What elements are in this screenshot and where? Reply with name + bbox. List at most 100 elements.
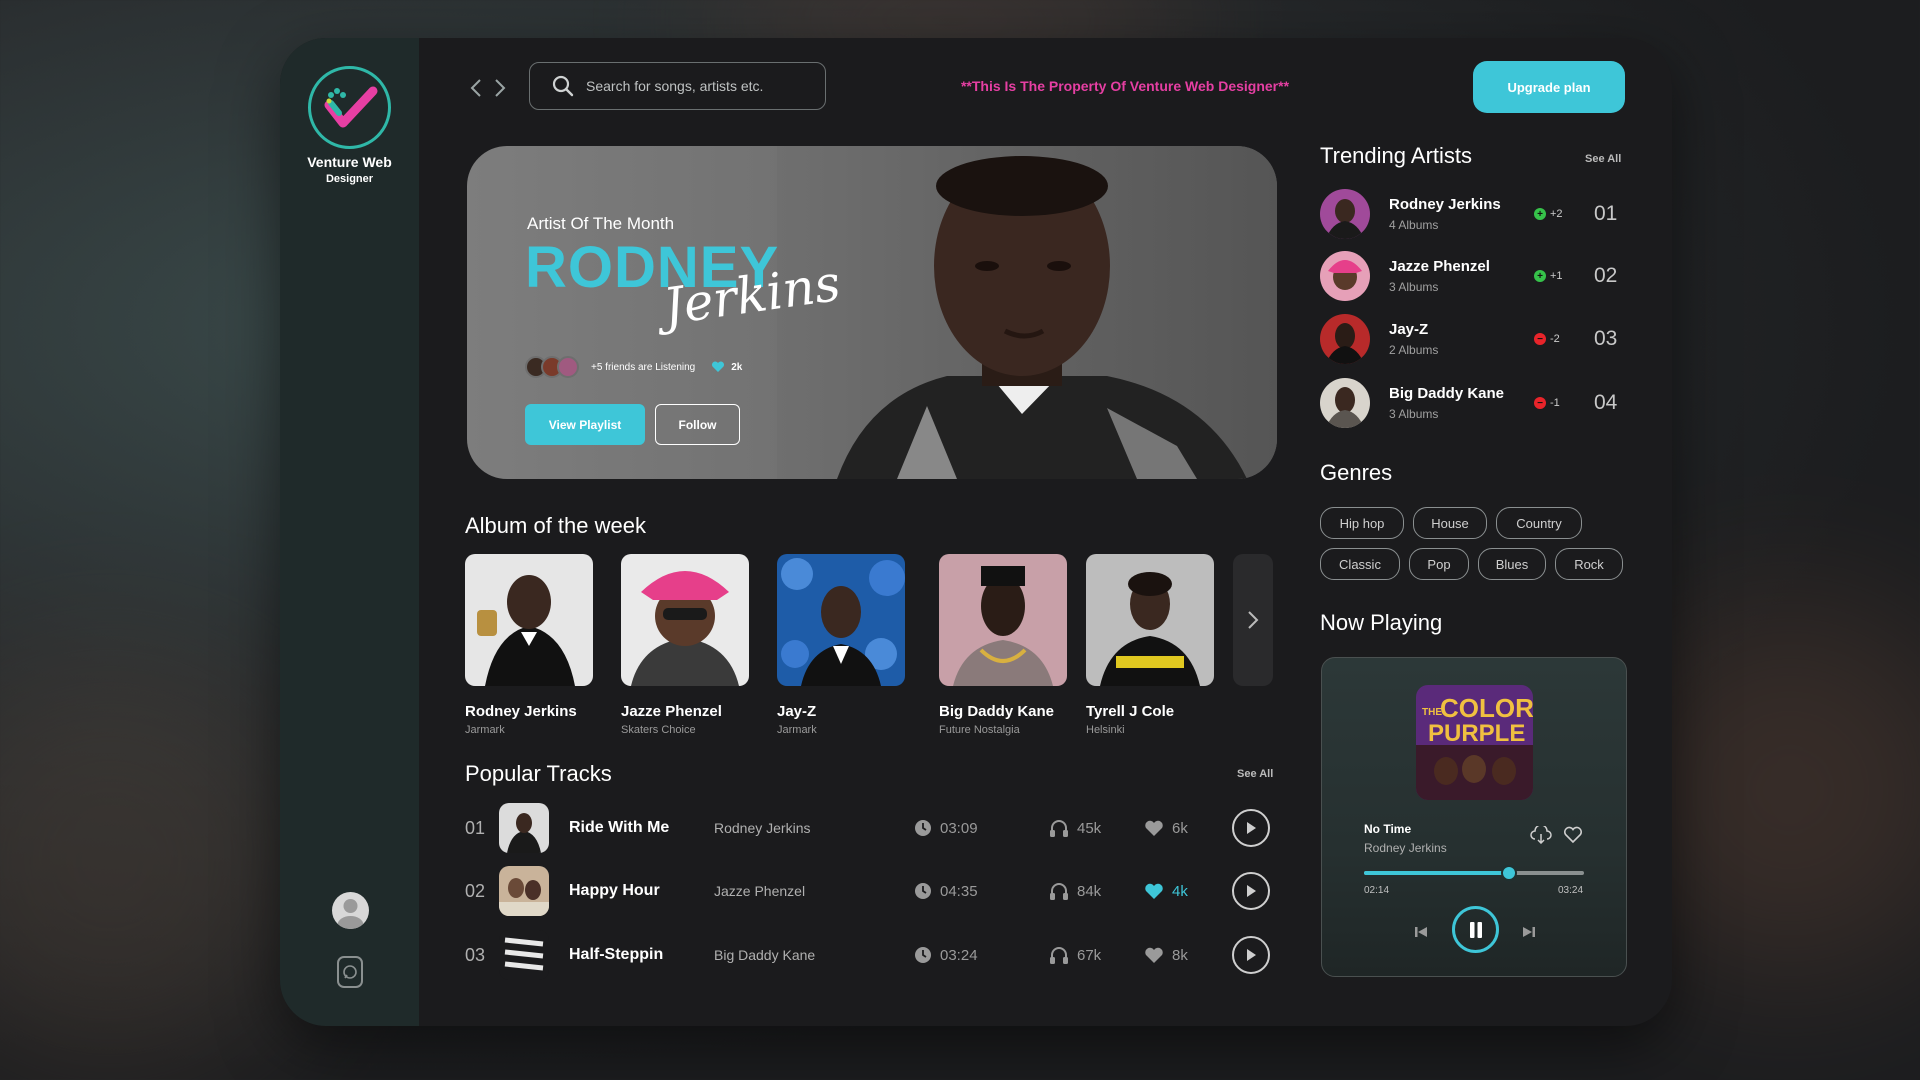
album-subtitle: Skaters Choice [621,724,696,736]
artist-avatar [1320,189,1370,239]
album-card[interactable]: Big Daddy Kane Future Nostalgia [939,554,1067,736]
elapsed-time: 02:14 [1364,885,1390,896]
clock-icon [915,947,931,963]
chevron-left-icon[interactable] [470,78,482,104]
track-duration: 03:24 [914,946,1049,964]
user-avatar[interactable] [332,892,369,929]
album-cover [1086,554,1214,686]
album-cover [465,554,593,686]
track-play-button[interactable] [1232,809,1270,847]
rank-down-icon: − [1534,333,1546,345]
follow-button[interactable]: Follow [655,404,740,445]
progress-bar[interactable] [1364,865,1584,881]
track-likes[interactable]: 4k [1144,883,1232,900]
pause-icon [1469,921,1482,938]
trending-artist-row[interactable]: Big Daddy Kane 3 Albums − -1 04 [1320,378,1640,428]
genre-chip[interactable]: Pop [1409,548,1469,580]
friends-listening-text: +5 friends are Listening [591,361,696,373]
album-cover [621,554,749,686]
genre-chip[interactable]: House [1413,507,1487,539]
track-play-button[interactable] [1232,936,1270,974]
album-cover [777,554,905,686]
now-playing-artist: Rodney Jerkins [1364,841,1447,855]
genre-chip[interactable]: Blues [1478,548,1546,580]
now-playing-song: No Time [1364,822,1412,836]
track-thumbnail [499,866,549,916]
album-subtitle: Future Nostalgia [939,724,1020,736]
chevron-right-icon[interactable] [494,78,506,104]
trending-see-all[interactable]: See All [1585,153,1621,165]
rank-up-icon: + [1534,270,1546,282]
albums-next-button[interactable] [1233,554,1273,686]
artist-rank: 04 [1594,391,1618,414]
download-icon[interactable] [1530,826,1552,844]
album-title: Rodney Jerkins [465,703,577,720]
track-row[interactable]: 01 Ride With Me Rodney Jerkins 03:09 45k… [465,800,1285,856]
headphones-icon [1050,820,1068,837]
view-playlist-button[interactable]: View Playlist [525,404,645,445]
track-artist: Rodney Jerkins [714,820,811,836]
search-input[interactable] [586,78,806,94]
brand-name-line1: Venture Web [307,154,392,170]
artist-albums: 4 Albums [1389,218,1439,232]
artist-albums: 3 Albums [1389,407,1439,421]
progress-handle[interactable] [1501,865,1518,881]
skip-next-icon[interactable] [1522,926,1536,938]
track-plays-value: 67k [1077,946,1102,964]
user-icon [337,899,364,929]
heart-icon [1145,947,1163,963]
track-likes-value: 6k [1172,819,1188,837]
chat-button[interactable] [337,956,363,988]
artist-rank: 01 [1594,202,1618,225]
history-nav [470,78,506,104]
search-bar[interactable] [529,62,826,110]
album-card[interactable]: Tyrell J Cole Helsinki [1086,554,1214,736]
album-cover [939,554,1067,686]
trending-artist-row[interactable]: Jazze Phenzel 3 Albums + +1 02 [1320,251,1640,301]
upgrade-plan-button[interactable]: Upgrade plan [1473,61,1625,113]
total-time: 03:24 [1558,885,1584,896]
album-subtitle: Jarmark [465,724,505,736]
rank-change-value: -2 [1550,333,1560,345]
trending-artist-row[interactable]: Rodney Jerkins 4 Albums + +2 01 [1320,189,1640,239]
track-duration-value: 03:24 [940,946,978,964]
genre-chip[interactable]: Rock [1555,548,1623,580]
artist-avatar [1320,314,1370,364]
artist-of-month-banner: Artist Of The Month RODNEY Jerkins +5 fr… [467,146,1277,479]
artist-name: Big Daddy Kane [1389,385,1505,402]
album-title: Jay-Z [777,703,817,720]
pause-button[interactable] [1452,906,1499,953]
album-card[interactable]: Jazze Phenzel Skaters Choice [621,554,749,736]
progress-fill [1364,871,1510,875]
clock-icon [915,820,931,836]
cover-text-color: COLOR [1440,693,1533,723]
album-card[interactable]: Jay-Z Jarmark [777,554,905,736]
tracks-see-all[interactable]: See All [1237,768,1273,780]
track-plays-value: 45k [1077,819,1102,837]
album-card[interactable]: Rodney Jerkins Jarmark [465,554,593,736]
genre-chip[interactable]: Hip hop [1320,507,1404,539]
artist-name: Rodney Jerkins [1389,196,1501,213]
search-icon [552,75,574,97]
track-number: 02 [465,880,486,901]
genre-chip[interactable]: Classic [1320,548,1400,580]
track-likes[interactable]: 6k [1144,820,1232,837]
track-row[interactable]: 03 Half-Steppin Big Daddy Kane 03:24 67k… [465,927,1285,983]
now-playing-card: THE COLOR PURPLE No Time Rodney Jerkins … [1321,657,1627,977]
play-icon [1247,949,1256,961]
heart-icon[interactable] [1563,826,1583,844]
track-artist: Big Daddy Kane [714,947,816,963]
track-play-button[interactable] [1232,872,1270,910]
brand-logo[interactable] [308,66,391,149]
track-plays-value: 84k [1077,882,1102,900]
rank-change-value: +1 [1550,270,1563,282]
track-likes[interactable]: 8k [1144,947,1232,964]
rank-change: + +1 [1534,270,1594,282]
rank-change-value: -1 [1550,397,1560,409]
clock-icon [915,883,931,899]
track-row[interactable]: 02 Happy Hour Jazze Phenzel 04:35 84k 4k [465,863,1285,919]
trending-artist-row[interactable]: Jay-Z 2 Albums − -2 03 [1320,314,1640,364]
skip-previous-icon[interactable] [1414,926,1428,938]
genre-chip[interactable]: Country [1496,507,1582,539]
track-thumbnail [499,803,549,853]
